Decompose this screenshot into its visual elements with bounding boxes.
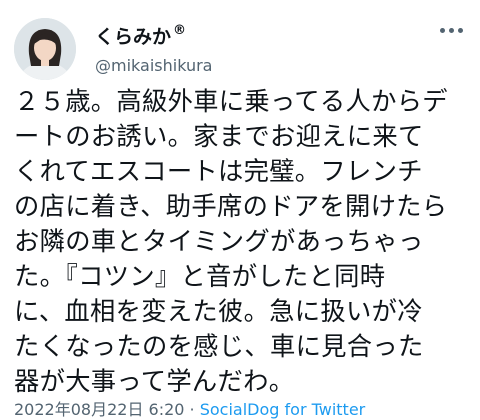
- meta-separator: ·: [184, 400, 200, 419]
- tweet-line: お隣の車とタイミングがあっちゃっ: [14, 227, 424, 256]
- tweet-line: ートのお誘い。家までお迎えに来て: [14, 122, 424, 151]
- tweet-line: に、血相を変えた彼。急に扱いが冷: [14, 297, 423, 326]
- tweet-text: ２５歳。高級外車に乗ってる人からデ ートのお誘い。家までお迎えに来て くれてエス…: [14, 84, 480, 399]
- avatar[interactable]: [14, 18, 76, 80]
- tweet-line: ２５歳。高級外車に乗ってる人からデ: [14, 87, 448, 116]
- tweet-line: 器が大事って学んだわ。: [14, 367, 295, 396]
- tweet-line: くれてエスコートは完璧。フレンチ: [14, 157, 423, 186]
- tweet-line: た。『コツン』と音がしたと同時: [14, 262, 386, 291]
- profile-photo-icon: [14, 18, 76, 80]
- tweet-meta: 2022年08月22日 6:20 · SocialDog for Twitter: [14, 396, 365, 420]
- more-horizontal-icon: [440, 28, 445, 33]
- registered-badge: ®: [173, 23, 187, 38]
- display-name: くらみか: [95, 26, 172, 48]
- more-options-button[interactable]: [440, 28, 463, 33]
- tweet-source-link[interactable]: SocialDog for Twitter: [200, 400, 366, 419]
- author-name[interactable]: くらみか ®: [95, 22, 186, 49]
- tweet-line: たくなったのを感じ、車に見合った: [14, 332, 424, 361]
- tweet-timestamp[interactable]: 2022年08月22日 6:20: [14, 400, 184, 419]
- author-handle[interactable]: @mikaishikura: [95, 56, 212, 75]
- tweet-line: の店に着き、助手席のドアを開けたら: [14, 192, 448, 221]
